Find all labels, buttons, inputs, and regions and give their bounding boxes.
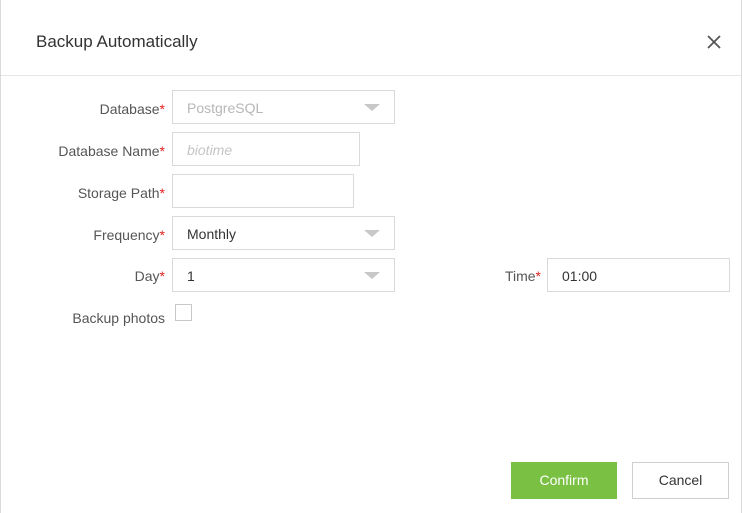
required-mark: *	[535, 268, 541, 284]
confirm-button[interactable]: Confirm	[511, 462, 617, 499]
required-mark: *	[159, 185, 165, 201]
database-select[interactable]: PostgreSQL	[172, 90, 395, 124]
frequency-select-value: Monthly	[187, 226, 237, 242]
database-select-value: PostgreSQL	[187, 100, 264, 116]
storage-path-label-text: Storage Path	[77, 185, 160, 201]
close-icon[interactable]	[705, 33, 723, 51]
dialog-title: Backup Automatically	[36, 32, 198, 51]
backup-photos-label-text: Backup photos	[72, 310, 165, 326]
chevron-down-icon	[364, 230, 380, 237]
day-select[interactable]: 1	[172, 258, 395, 292]
database-name-placeholder: biotime	[187, 142, 233, 158]
database-name-label-text: Database Name	[58, 143, 160, 159]
backup-dialog: Backup Automatically Database* PostgreSQ…	[0, 0, 742, 513]
frequency-label-text: Frequency	[93, 227, 160, 243]
storage-path-input[interactable]	[172, 174, 354, 208]
chevron-down-icon	[364, 104, 380, 111]
day-label: Day*	[1, 268, 165, 284]
required-mark: *	[159, 143, 165, 159]
database-name-input[interactable]: biotime	[172, 132, 360, 166]
frequency-select[interactable]: Monthly	[172, 216, 395, 250]
time-label-text: Time	[504, 268, 536, 284]
dialog-header: Backup Automatically	[1, 0, 741, 76]
cancel-button[interactable]: Cancel	[632, 462, 729, 499]
day-select-value: 1	[187, 268, 195, 284]
chevron-down-icon	[364, 272, 380, 279]
backup-photos-checkbox[interactable]	[175, 304, 192, 321]
backup-photos-label: Backup photos	[1, 310, 165, 326]
day-label-text: Day	[134, 268, 160, 284]
required-mark: *	[159, 227, 165, 243]
required-mark: *	[159, 101, 165, 117]
required-mark: *	[159, 268, 165, 284]
storage-path-label: Storage Path*	[1, 185, 165, 201]
frequency-label: Frequency*	[1, 227, 165, 243]
time-value: 01:00	[562, 268, 598, 284]
database-label: Database*	[1, 101, 165, 117]
database-name-label: Database Name*	[1, 143, 165, 159]
time-label: Time*	[441, 268, 541, 284]
time-input[interactable]: 01:00	[547, 258, 730, 292]
database-label-text: Database	[99, 101, 160, 117]
